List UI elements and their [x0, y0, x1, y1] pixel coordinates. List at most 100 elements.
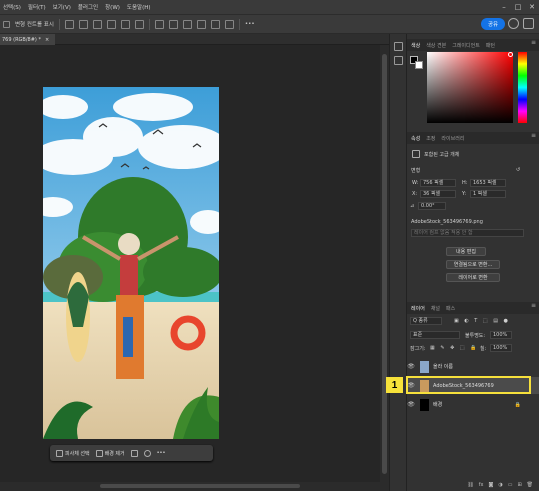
distribute-right-icon[interactable] — [224, 19, 234, 29]
align-bottom-icon[interactable] — [134, 19, 144, 29]
lock-icons[interactable]: ▦ ✎ ✥ ⬚ 🔒 — [430, 345, 478, 351]
workspace-icon[interactable] — [523, 18, 534, 29]
color-picker-cursor[interactable] — [508, 52, 513, 57]
tab-properties[interactable]: 속성 — [411, 135, 420, 142]
fill-field[interactable]: 100% — [490, 344, 512, 352]
reset-transform-icon[interactable]: ↺ — [516, 167, 520, 173]
convert-to-layers-button[interactable]: 레이어로 변환 — [446, 273, 500, 282]
align-center-icon[interactable] — [78, 19, 88, 29]
opacity-field[interactable]: 100% — [490, 331, 512, 339]
maximize-icon[interactable]: □ — [511, 0, 525, 14]
show-transform-controls-label[interactable]: 변형 컨트롤 표시 — [15, 20, 54, 28]
fill-label: 칠: — [480, 346, 487, 352]
distribute-top-icon[interactable] — [154, 19, 164, 29]
eye-icon[interactable]: 👁 — [406, 401, 416, 408]
layer-comp-field[interactable]: 레이어 컴프 없음 적용 안 함 — [411, 229, 524, 237]
crop-icon[interactable] — [130, 449, 138, 457]
menu-plugins[interactable]: 플러그인 — [78, 3, 98, 11]
tab-channels[interactable]: 채널 — [431, 305, 440, 312]
layer-filter-select[interactable]: Q 종류 — [410, 317, 442, 325]
opacity-label: 불투명도: — [465, 333, 486, 339]
more-options-icon[interactable]: ••• — [245, 21, 255, 27]
layers-footer: ⛓ fx ◙ ◑ ▭ ⊞ 🗑 — [406, 478, 539, 491]
x-field[interactable]: 36 픽셀 — [420, 190, 456, 198]
menu-window[interactable]: 창(W) — [105, 3, 120, 11]
eye-icon[interactable]: 👁 — [406, 363, 416, 370]
document-image[interactable] — [43, 87, 219, 439]
distribute-bottom-icon[interactable] — [182, 19, 192, 29]
width-label: W: — [412, 180, 419, 186]
background-color-swatch[interactable] — [415, 61, 423, 69]
align-left-icon[interactable] — [64, 19, 74, 29]
tab-patterns[interactable]: 패턴 — [486, 42, 495, 49]
blend-mode-select[interactable]: 표준 — [410, 331, 460, 339]
distribute-left-icon[interactable] — [196, 19, 206, 29]
menu-filter[interactable]: 필터(T) — [28, 3, 46, 11]
share-button[interactable]: 공유 — [481, 18, 505, 30]
remove-background-button[interactable]: 배경 제거 — [95, 449, 125, 457]
document-tab[interactable]: 769 (RGB/8#) * × — [0, 34, 55, 45]
trash-icon[interactable]: 🗑 — [527, 482, 533, 488]
align-top-icon[interactable] — [106, 19, 116, 29]
tab-color[interactable]: 색상 — [411, 42, 420, 49]
height-field[interactable]: 1653 픽셀 — [470, 179, 506, 187]
hue-slider[interactable] — [518, 52, 527, 123]
comments-icon[interactable] — [394, 56, 403, 65]
divider — [238, 18, 240, 30]
y-field[interactable]: 1 픽셀 — [470, 190, 506, 198]
close-icon[interactable]: ✕ — [525, 0, 539, 14]
tab-layers[interactable]: 레이어 — [411, 305, 425, 312]
menu-view[interactable]: 보기(V) — [53, 3, 71, 11]
remove-background-label: 배경 제거 — [104, 450, 125, 457]
linked-filename: AdobeStock_563496769.png — [411, 219, 483, 225]
tab-swatches[interactable]: 색상 견본 — [426, 42, 446, 49]
distribute-center-icon[interactable] — [210, 19, 220, 29]
properties-panel-tabs: 속성 조정 라이브러리 — [407, 132, 539, 144]
align-right-icon[interactable] — [92, 19, 102, 29]
layer-filter-icons[interactable]: ▣ ◐ T ⬚ ▤ ● — [454, 318, 510, 324]
adjust-icon[interactable]: ◑ — [498, 482, 502, 488]
menu-select[interactable]: 선택(S) — [3, 3, 21, 11]
link-icon[interactable]: ⛓ — [467, 482, 473, 488]
select-subject-button[interactable]: 피사체 선택 — [56, 449, 90, 457]
minimize-icon[interactable]: – — [497, 0, 511, 14]
horizontal-scroll-thumb[interactable] — [100, 484, 300, 488]
group-icon[interactable]: ▭ — [508, 482, 513, 488]
convert-to-linked-button[interactable]: 연결됨으로 변환... — [446, 260, 500, 269]
layer-row[interactable]: 👁 배경 🔒 — [406, 396, 539, 413]
new-layer-icon[interactable]: ⊞ — [517, 482, 521, 488]
search-icon[interactable] — [508, 18, 519, 29]
y-label: Y: — [462, 191, 467, 197]
tab-paths[interactable]: 패스 — [446, 305, 455, 312]
vertical-scroll-thumb[interactable] — [382, 54, 387, 474]
mask-icon[interactable]: ◙ — [488, 482, 493, 488]
close-tab-icon[interactable]: × — [45, 37, 49, 43]
adjustment-icon[interactable] — [143, 449, 151, 457]
history-icon[interactable] — [394, 42, 403, 51]
menu-help[interactable]: 도움말(H) — [127, 3, 151, 11]
distribute-middle-icon[interactable] — [168, 19, 178, 29]
lock-label: 잠그기: — [410, 346, 426, 352]
more-options-button[interactable]: ••• — [157, 450, 166, 456]
tab-adjustments[interactable]: 조정 — [426, 135, 435, 142]
panel-menu-icon[interactable]: ≡ — [531, 302, 536, 309]
color-panel-tabs: 색상 색상 견본 그레이디언트 패턴 — [407, 39, 539, 51]
edit-contents-button[interactable]: 내용 편집 — [446, 247, 486, 256]
photoshop-window: 선택(S) 필터(T) 보기(V) 플러그인 창(W) 도움말(H) – □ ✕… — [0, 0, 539, 491]
panel-menu-icon[interactable]: ≡ — [531, 132, 536, 139]
smart-object-icon — [412, 150, 420, 158]
width-field[interactable]: 756 픽셀 — [420, 179, 456, 187]
tab-libraries[interactable]: 라이브러리 — [441, 135, 464, 142]
checkbox-icon[interactable] — [3, 20, 10, 28]
align-middle-icon[interactable] — [120, 19, 130, 29]
angle-field[interactable]: 0.00° — [418, 202, 446, 210]
panel-menu-icon[interactable]: ≡ — [531, 39, 536, 46]
tab-gradients[interactable]: 그레이디언트 — [452, 42, 480, 49]
layer-row[interactable]: 👁 올라 이름 — [406, 358, 539, 375]
color-picker-field[interactable] — [427, 52, 513, 123]
collapsed-panel-strip — [389, 34, 406, 491]
select-subject-label: 피사체 선택 — [65, 450, 90, 457]
fx-icon[interactable]: fx — [479, 482, 484, 488]
height-label: H: — [462, 180, 468, 186]
document-tab-bar — [0, 34, 389, 45]
